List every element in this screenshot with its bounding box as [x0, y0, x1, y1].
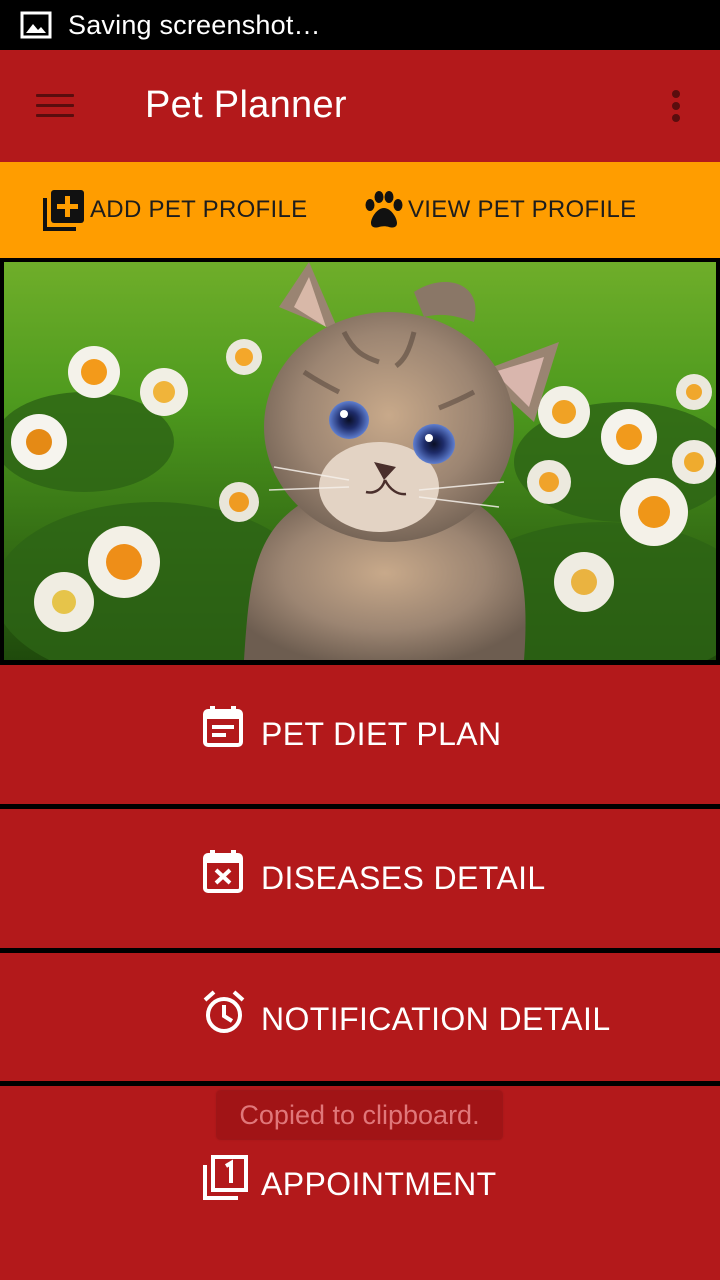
- diseases-detail-label: DISEASES DETAIL: [261, 860, 546, 896]
- alarm-clock-icon: [202, 990, 246, 1039]
- app-title: Pet Planner: [145, 84, 347, 126]
- menu-item-pet-diet-plan[interactable]: PET DIET PLAN: [0, 665, 720, 804]
- pet-diet-plan-label: PET DIET PLAN: [261, 716, 502, 752]
- status-bar: Saving screenshot…: [0, 0, 720, 50]
- add-pet-profile-label: ADD PET PROFILE: [90, 196, 308, 223]
- more-vert-icon[interactable]: [664, 86, 688, 126]
- paw-icon: [362, 188, 406, 232]
- notification-detail-label: NOTIFICATION DETAIL: [261, 1001, 611, 1037]
- add-pet-profile-button[interactable]: ADD PET PROFILE: [42, 162, 307, 258]
- view-pet-profile-button[interactable]: VIEW PET PROFILE: [362, 162, 636, 258]
- toast-message: Copied to clipboard.: [217, 1091, 502, 1139]
- calendar-remove-icon: [202, 849, 244, 898]
- status-text: Saving screenshot…: [68, 9, 321, 40]
- profile-action-bar: ADD PET PROFILE VIEW PET PROFILE: [0, 162, 720, 258]
- app-bar: Pet Planner: [0, 50, 720, 162]
- appointment-label: APPOINTMENT: [261, 1166, 497, 1202]
- menu-item-diseases-detail[interactable]: DISEASES DETAIL: [0, 809, 720, 948]
- view-pet-profile-label: VIEW PET PROFILE: [408, 196, 637, 223]
- hamburger-menu-icon[interactable]: [36, 90, 76, 122]
- toast-text: Copied to clipboard.: [239, 1099, 480, 1130]
- menu-item-notification-detail[interactable]: NOTIFICATION DETAIL: [0, 953, 720, 1081]
- calendar-note-icon: [202, 705, 244, 752]
- add-to-photos-icon: [42, 188, 86, 232]
- hero-image: [0, 258, 720, 664]
- filter-1-icon: [202, 1155, 248, 1206]
- image-icon: [20, 11, 52, 39]
